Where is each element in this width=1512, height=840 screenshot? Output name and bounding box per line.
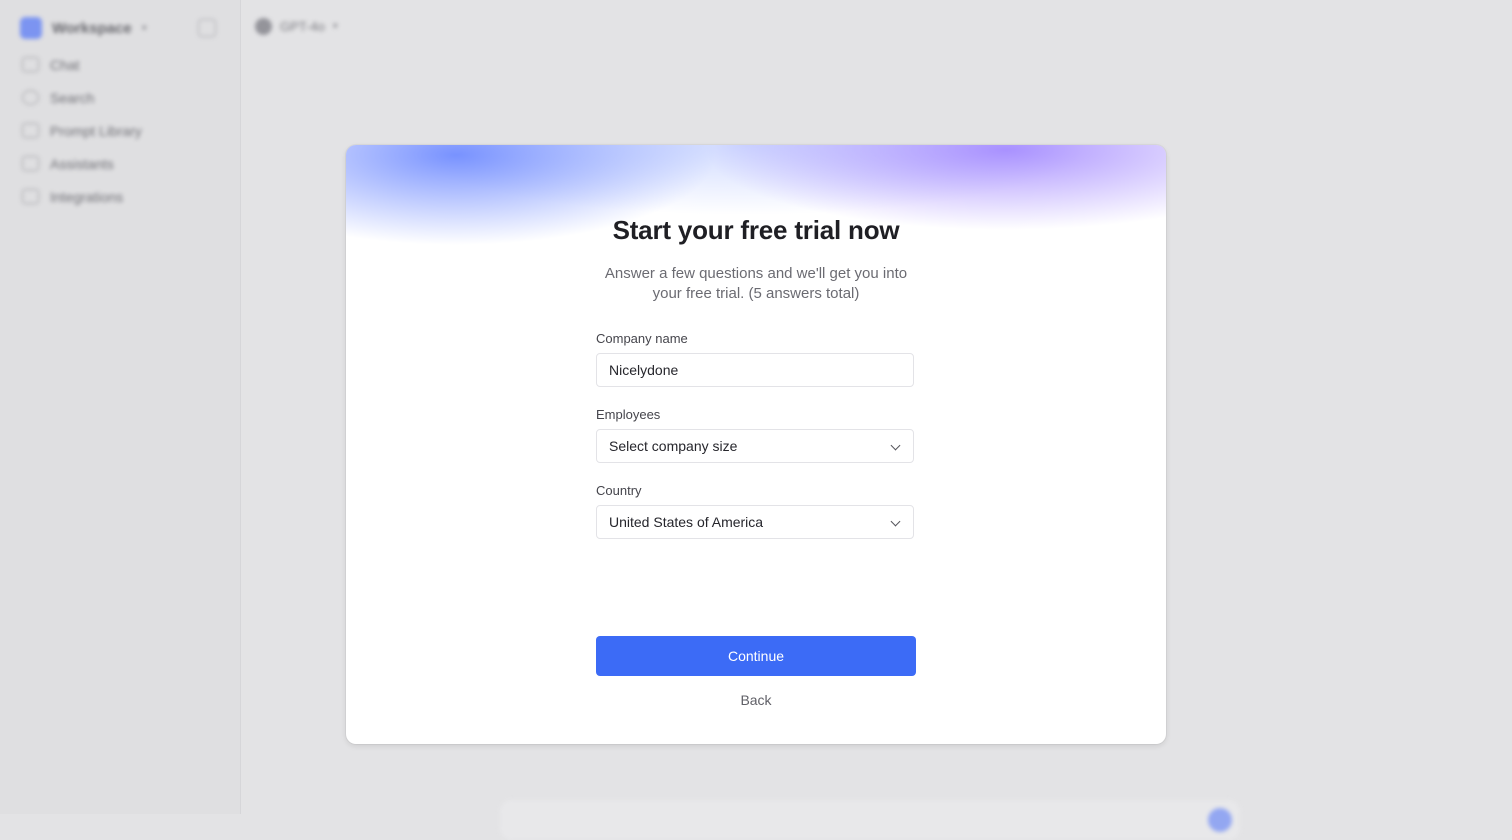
back-button[interactable]: Back — [706, 692, 806, 708]
send-button — [1208, 808, 1232, 832]
chat-icon — [22, 57, 39, 72]
search-icon — [22, 90, 39, 105]
employees-select-value: Select company size — [609, 438, 738, 454]
country-label: Country — [596, 483, 642, 498]
free-trial-modal: Start your free trial now Answer a few q… — [346, 145, 1166, 744]
workspace-name: Workspace — [52, 19, 132, 37]
sidebar-item-search[interactable]: Search — [22, 87, 142, 108]
employees-label: Employees — [596, 407, 661, 422]
modal-subtitle: Answer a few questions and we'll get you… — [604, 265, 908, 302]
continue-button[interactable]: Continue — [596, 636, 916, 676]
model-selector[interactable]: GPT-4o ▾ — [255, 18, 338, 35]
sidebar-item-prompt-library[interactable]: Prompt Library — [22, 120, 142, 141]
assistant-icon — [22, 156, 39, 171]
workspace-logo — [20, 17, 42, 39]
sidebar-item-label: Search — [50, 89, 95, 106]
company-name-input[interactable] — [596, 353, 914, 387]
collapse-sidebar-icon[interactable] — [198, 19, 216, 37]
country-select[interactable]: United States of America — [596, 505, 914, 539]
employees-select[interactable]: Select company size — [596, 429, 914, 463]
sidebar-item-label: Prompt Library — [50, 122, 142, 139]
integrations-icon — [22, 189, 39, 204]
company-name-label: Company name — [596, 331, 688, 346]
country-select-value: United States of America — [609, 514, 764, 530]
sidebar-nav: Chat Search Prompt Library Assistants In… — [22, 54, 142, 207]
chat-input-placeholder — [500, 800, 1240, 840]
sidebar-item-integrations[interactable]: Integrations — [22, 186, 142, 207]
sidebar-item-label: Assistants — [50, 155, 114, 172]
sidebar-item-label: Chat — [50, 56, 80, 73]
sidebar-item-label: Integrations — [50, 188, 124, 205]
modal-title: Start your free trial now — [612, 215, 900, 245]
model-label: GPT-4o — [280, 19, 325, 34]
sidebar-item-chat[interactable]: Chat — [22, 54, 142, 75]
sidebar-item-assistants[interactable]: Assistants — [22, 153, 142, 174]
model-icon — [255, 18, 272, 35]
sidebar: Workspace ▾ Chat Search Prompt Library A… — [0, 0, 241, 814]
library-icon — [22, 123, 39, 138]
workspace-switcher[interactable]: Workspace ▾ — [20, 17, 147, 39]
chevron-down-icon: ▾ — [141, 22, 147, 34]
chevron-down-icon — [890, 440, 901, 451]
chevron-down-icon: ▾ — [332, 21, 338, 32]
chevron-down-icon — [890, 516, 901, 527]
